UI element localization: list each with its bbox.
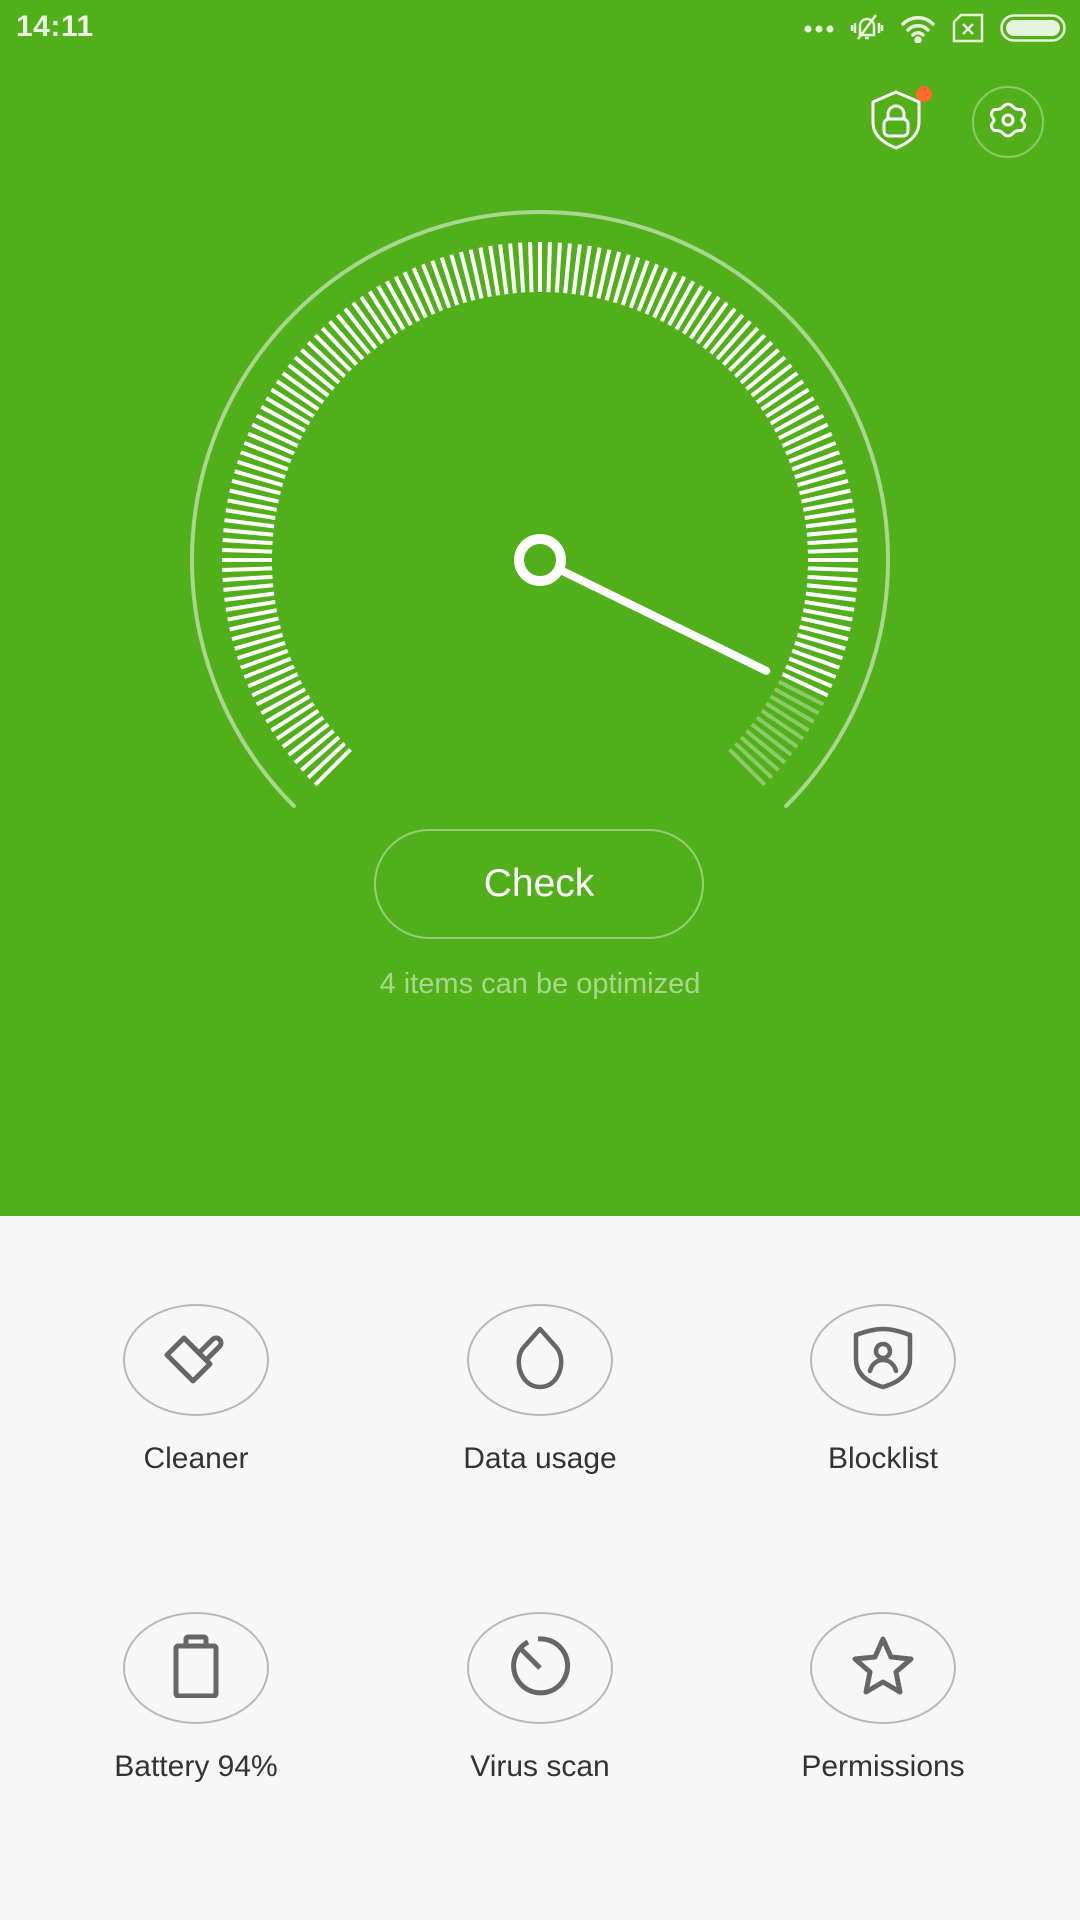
gauge-tick-active [554,242,562,293]
gauge-tick-active [247,664,295,689]
gauge-tick-active [807,538,858,546]
battery-icon [172,1634,220,1703]
gauge-tick-active [222,538,273,546]
gauge-tick-active [563,243,572,294]
gauge-tick-active [222,574,273,582]
gauge-tick-active [478,247,492,298]
gauge-tick-active [807,566,858,572]
brush-icon [163,1325,229,1396]
gauge-tick-active [508,243,517,294]
security-header-panel: 14:11 Check 4 items can be optimized [0,0,1080,1216]
gauge-tick-active [804,599,855,612]
gauge-tick-active [781,672,829,698]
gauge-tick-active [498,244,509,295]
feature-data-usage[interactable]: Data usage [370,1216,710,1476]
feature-grid: Cleaner Data usage Blocklist Battery 94%… [0,1216,1080,1920]
feature-label: Virus scan [470,1750,610,1783]
gauge-tick-active [802,498,853,512]
gauge-tick-active [785,431,833,456]
gauge-tick-active [636,263,659,312]
gauge-tick-active [807,548,858,554]
gauge-tick-active [802,608,853,622]
gauge-tick-active [488,245,501,296]
feature-icon-circle[interactable] [810,1612,956,1724]
gauge-tick-active [227,498,278,512]
gauge-tick-active [222,548,273,554]
gauge-tick-active [788,656,837,679]
gauge-tick-active [806,583,857,592]
feature-label: Blocklist [827,1442,939,1475]
gauge-outer-arc [190,210,890,809]
gauge-ticks [222,242,858,787]
shield-user-icon [852,1325,914,1396]
gauge-tick-active [644,267,669,315]
feature-icon-circle[interactable] [123,1304,269,1416]
feature-label: Data usage [463,1442,617,1475]
feature-label: Permissions [801,1750,965,1783]
feature-icon-circle[interactable] [810,1304,956,1416]
gauge-tick-active [807,574,858,582]
feature-icon-circle[interactable] [123,1612,269,1724]
gauge-tick-active [223,583,274,592]
gauge-tick-active [225,599,276,612]
gauge-tick-active [224,518,275,529]
gauge-tick-active [251,672,299,698]
gauge-outer-arc-group [190,210,890,809]
gauge-tick-active [528,242,534,293]
feature-icon-circle[interactable] [467,1612,613,1724]
check-button[interactable]: Check [374,829,704,939]
optimization-gauge [190,210,890,809]
gauge-tick-active [571,244,582,295]
feature-label: Battery 94% [114,1750,278,1783]
gauge-needle-line [555,565,771,675]
gauge-needle-hub [514,534,566,586]
gauge-tick-active [805,518,856,529]
gauge-tick-active [546,242,552,293]
gauge-tick-active [225,508,276,521]
droplet-icon [512,1325,568,1396]
gauge-tick-active [806,528,857,537]
gauge-tick-active [402,271,428,319]
feature-label: Cleaner [143,1442,249,1475]
gauge-tick-active [781,422,829,448]
gauge-tick-active [588,247,602,298]
gauge-tick-active [788,441,837,464]
gauge-tick-active [222,566,273,572]
gauge-tick-active [652,271,678,319]
gauge-tick-active [223,528,274,537]
gauge-needle [514,534,771,675]
optimization-status-text: 4 items can be optimized [379,968,701,1000]
gauge-tick-active [411,267,436,315]
gauge-tick-active [421,263,444,312]
gauge-tick-active [247,431,295,456]
scan-dial-icon [507,1633,573,1704]
feature-blocklist[interactable]: Blocklist [713,1216,1053,1476]
gauge-tick-active [785,664,833,689]
gauge-tick-active [243,656,292,679]
gauge-tick-active [243,441,292,464]
feature-permissions[interactable]: Permissions [713,1524,1053,1784]
gauge-tick-active [224,591,275,602]
gauge-tick-active [805,591,856,602]
feature-virus-scan[interactable]: Virus scan [370,1524,710,1784]
gauge-tick-active [579,245,592,296]
gauge-tick-active [251,422,299,448]
feature-cleaner[interactable]: Cleaner [26,1216,366,1476]
feature-battery[interactable]: Battery 94% [26,1524,366,1784]
gauge-tick-active [804,508,855,521]
feature-icon-circle[interactable] [467,1304,613,1416]
star-icon [850,1635,916,1702]
gauge-tick-active [227,608,278,622]
gauge-tick-active [518,242,526,293]
